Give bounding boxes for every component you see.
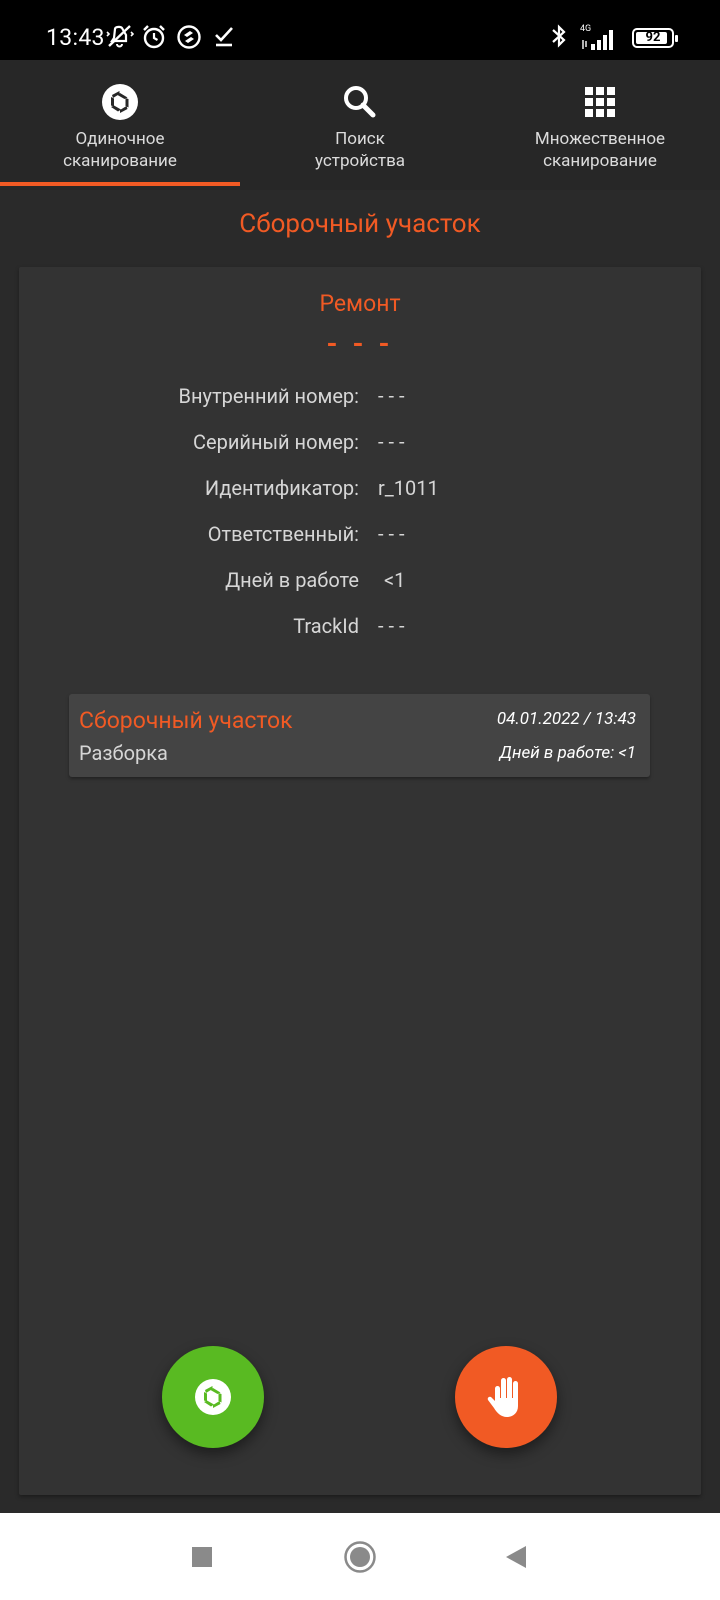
tab-bar: Одиночное сканирование Поиск устройства … bbox=[0, 60, 720, 190]
field-value: r_1011 bbox=[378, 476, 439, 500]
battery-icon: 92 bbox=[632, 28, 678, 48]
tab-multi-scan[interactable]: Множественное сканирование bbox=[480, 60, 720, 190]
grid-icon bbox=[585, 87, 615, 117]
history-item[interactable]: Сборочный участок Разборка 04.01.2022 / … bbox=[69, 694, 650, 777]
recents-square-icon bbox=[192, 1546, 212, 1567]
field-label: Серийный номер: bbox=[193, 430, 359, 454]
field-value: <1 bbox=[384, 568, 406, 592]
recents-button[interactable] bbox=[172, 1513, 232, 1600]
status-bar: 13:43 4G 92 bbox=[0, 0, 720, 60]
device-card: Ремонт - - - Внутренний номер: - - - Сер… bbox=[19, 267, 701, 1495]
info-row-serial-number: Серийный номер: - - - bbox=[19, 427, 701, 457]
scan-button[interactable] bbox=[162, 1346, 264, 1448]
info-row-days-in-work: Дней в работе <1 bbox=[19, 565, 701, 595]
device-status-title: Ремонт bbox=[319, 290, 401, 317]
home-button[interactable] bbox=[330, 1513, 390, 1600]
info-row-responsible: Ответственный: - - - bbox=[19, 519, 701, 549]
system-navigation-bar bbox=[0, 1513, 720, 1600]
tab-label: Поиск устройства bbox=[314, 129, 406, 171]
field-value: - - - bbox=[378, 384, 405, 408]
battery-percent: 92 bbox=[645, 30, 661, 45]
history-date: 04.01.2022 / 13:43 bbox=[496, 709, 636, 729]
mute-vibrate-icon bbox=[106, 24, 135, 50]
field-label: Идентификатор: bbox=[204, 476, 359, 500]
field-label: Ответственный: bbox=[207, 522, 359, 546]
field-label: Внутренний номер: bbox=[178, 384, 359, 408]
aperture-icon bbox=[102, 84, 138, 120]
back-button[interactable] bbox=[486, 1513, 546, 1600]
bluetooth-icon bbox=[550, 23, 568, 53]
hand-stop-icon bbox=[487, 1377, 518, 1417]
device-name: - - - bbox=[326, 327, 394, 360]
field-value: - - - bbox=[378, 522, 405, 546]
back-triangle-icon bbox=[506, 1545, 526, 1568]
search-icon bbox=[344, 86, 376, 118]
info-row-trackid: TrackId - - - bbox=[19, 611, 701, 641]
status-system-icons: 4G 92 bbox=[550, 23, 678, 53]
field-value: - - - bbox=[378, 614, 405, 638]
signal-icon: 4G bbox=[580, 24, 620, 51]
history-step: Разборка bbox=[79, 741, 168, 765]
tab-label: Одиночное сканирование bbox=[63, 129, 177, 171]
sync-icon bbox=[176, 24, 202, 50]
check-icon bbox=[211, 24, 237, 50]
status-notification-icons bbox=[106, 24, 237, 50]
tab-label: Множественное сканирование bbox=[534, 129, 666, 171]
tab-device-search[interactable]: Поиск устройства bbox=[240, 60, 480, 190]
info-row-identifier: Идентификатор: r_1011 bbox=[19, 473, 701, 503]
field-label: TrackId bbox=[293, 614, 359, 638]
field-label: Дней в работе bbox=[225, 568, 359, 592]
info-row-internal-number: Внутренний номер: - - - bbox=[19, 381, 701, 411]
aperture-icon bbox=[195, 1379, 231, 1415]
field-value: - - - bbox=[378, 430, 405, 454]
alarm-icon bbox=[141, 24, 167, 50]
history-place: Сборочный участок bbox=[79, 707, 293, 734]
history-days-in-work: Дней в работе: <1 bbox=[499, 743, 636, 763]
tab-single-scan[interactable]: Одиночное сканирование bbox=[0, 60, 240, 190]
stop-button[interactable] bbox=[455, 1346, 557, 1448]
section-title: Сборочный участок bbox=[239, 209, 481, 239]
home-circle-icon bbox=[344, 1540, 376, 1573]
status-time: 13:43 bbox=[46, 24, 105, 51]
